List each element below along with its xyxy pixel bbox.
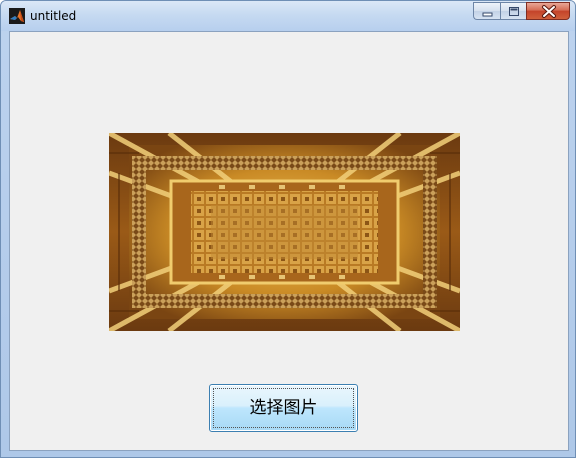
figure-window: untitled 选择图片 [0,0,576,458]
matlab-logo-icon [9,8,25,24]
maximize-button[interactable] [500,2,526,20]
figure-client-area: 选择图片 [9,31,569,451]
close-button[interactable] [526,2,570,20]
select-image-button[interactable]: 选择图片 [209,384,358,432]
select-image-button-label: 选择图片 [249,398,318,418]
title-bar[interactable]: untitled [1,1,575,31]
maximize-icon [509,7,519,16]
minimize-icon [482,12,493,17]
minimize-button[interactable] [473,2,500,20]
window-title: untitled [30,9,77,23]
caption-buttons [473,2,570,21]
ceiling-photo [109,133,460,331]
close-icon [542,5,556,18]
